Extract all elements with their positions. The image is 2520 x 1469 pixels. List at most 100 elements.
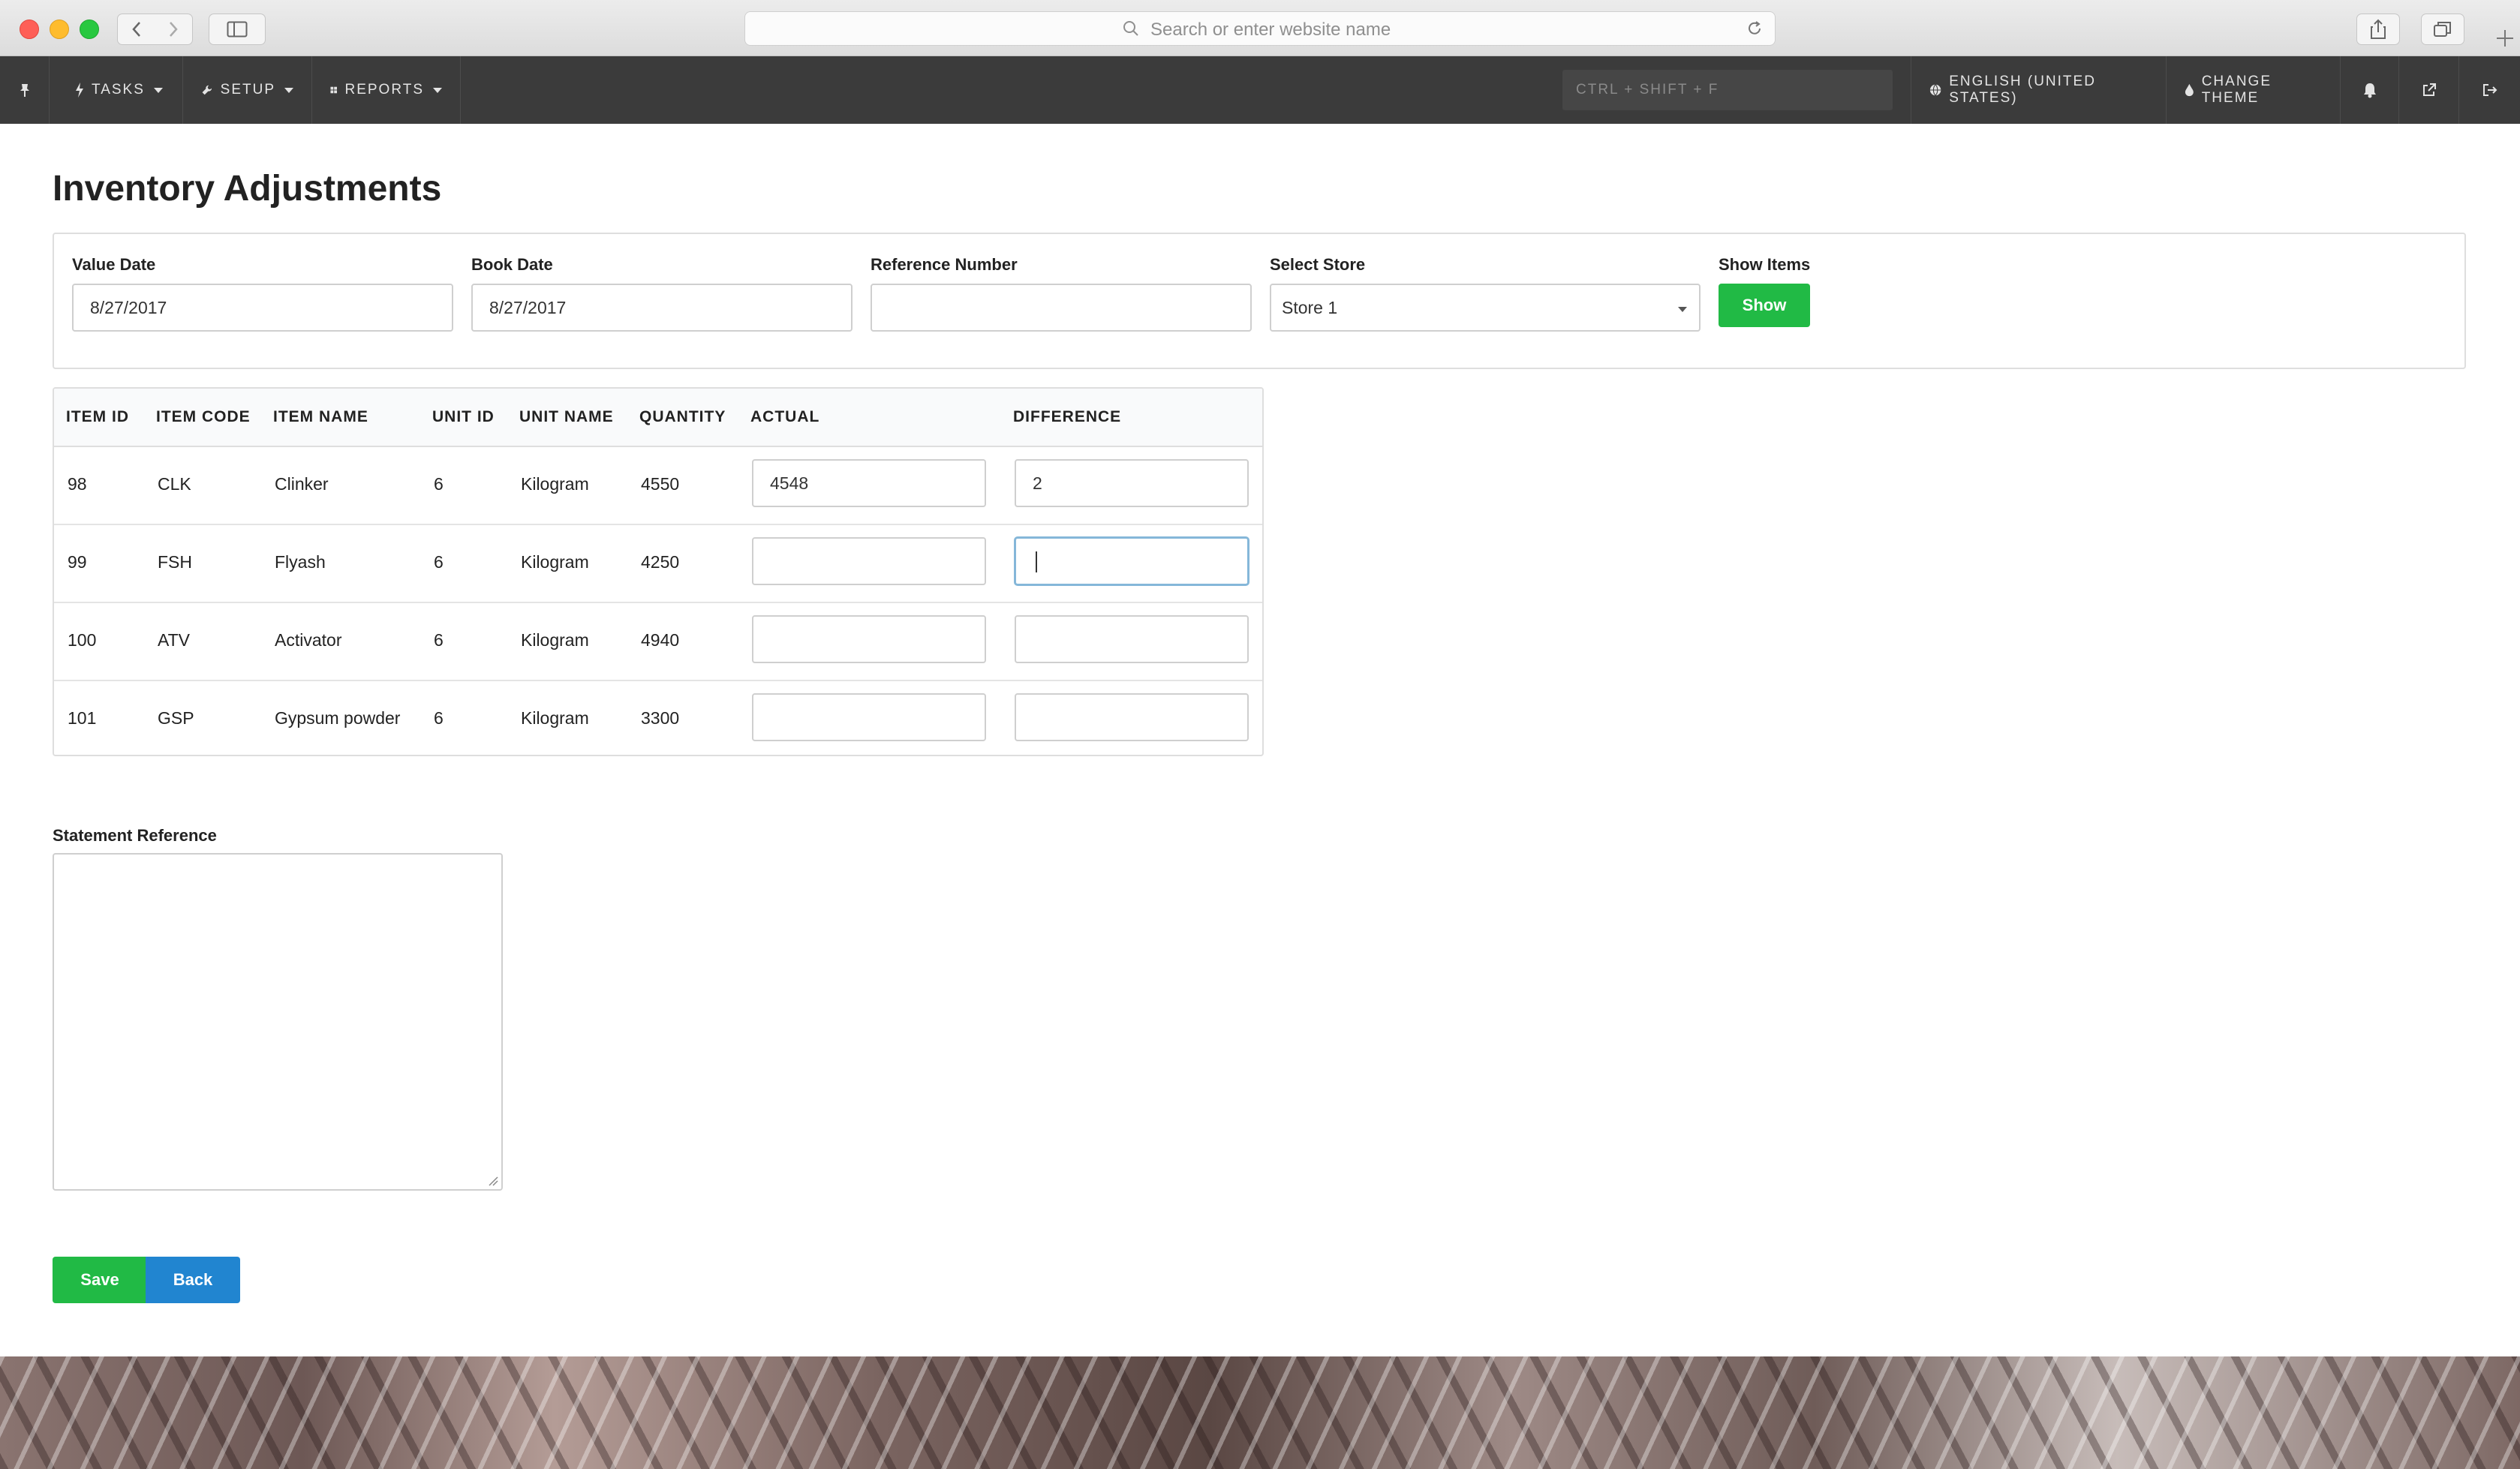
unit-id-cell: 6 bbox=[434, 708, 444, 728]
save-button[interactable]: Save bbox=[53, 1257, 147, 1303]
grid-icon bbox=[330, 86, 338, 94]
item-name-cell: Flyash bbox=[275, 552, 326, 572]
open-external-button[interactable] bbox=[2398, 56, 2458, 124]
item-id-cell: 100 bbox=[68, 630, 97, 650]
language-label: ENGLISH (UNITED STATES) bbox=[1949, 74, 2096, 106]
table-row: 101 GSP Gypsum powder 6 Kilogram 3300 bbox=[54, 680, 1262, 755]
unit-name-cell: Kilogram bbox=[521, 552, 589, 572]
unit-id-cell: 6 bbox=[434, 474, 444, 494]
minimize-window-button[interactable] bbox=[50, 20, 69, 39]
new-tab-button[interactable] bbox=[2490, 20, 2520, 56]
quick-search-placeholder: CTRL + SHIFT + F bbox=[1576, 82, 1719, 98]
close-window-button[interactable] bbox=[20, 20, 39, 39]
share-button[interactable] bbox=[2356, 14, 2400, 45]
column-header-unit-name: UNIT NAME bbox=[519, 408, 614, 425]
chevron-down-icon bbox=[1678, 307, 1687, 312]
difference-input[interactable] bbox=[1015, 693, 1249, 741]
table-header: ITEM ID ITEM CODE ITEM NAME UNIT ID UNIT… bbox=[54, 389, 1262, 447]
book-date-label: Book Date bbox=[471, 255, 553, 274]
quantity-cell: 4940 bbox=[641, 630, 680, 650]
actual-input[interactable] bbox=[752, 693, 986, 741]
statement-reference-label: Statement Reference bbox=[53, 826, 217, 845]
reports-menu-label: REPORTS bbox=[344, 82, 424, 98]
show-items-label: Show Items bbox=[1719, 255, 1811, 274]
search-icon bbox=[1123, 21, 1138, 36]
actual-input[interactable] bbox=[752, 537, 986, 585]
unit-name-cell: Kilogram bbox=[521, 474, 589, 494]
setup-menu[interactable]: SETUP bbox=[183, 56, 312, 124]
actual-input[interactable] bbox=[752, 615, 986, 663]
item-id-cell: 98 bbox=[68, 474, 87, 494]
back-button-page[interactable]: Back bbox=[146, 1257, 240, 1303]
difference-input[interactable] bbox=[1015, 459, 1249, 507]
show-items-button[interactable]: Show bbox=[1719, 284, 1810, 327]
change-theme-button[interactable]: CHANGE THEME bbox=[2166, 56, 2340, 124]
table-row: 98 CLK Clinker 6 Kilogram 4550 bbox=[54, 446, 1262, 525]
forward-button[interactable] bbox=[155, 14, 193, 45]
reload-icon[interactable] bbox=[1745, 19, 1764, 38]
show-tabs-button[interactable] bbox=[2421, 14, 2464, 45]
chevron-right-icon bbox=[170, 22, 178, 37]
actual-input[interactable] bbox=[752, 459, 986, 507]
zoom-window-button[interactable] bbox=[80, 20, 99, 39]
page-title: Inventory Adjustments bbox=[53, 169, 442, 209]
difference-input[interactable] bbox=[1015, 537, 1249, 585]
chevron-left-icon bbox=[132, 22, 140, 37]
filter-panel: Value Date Book Date Reference Number Se… bbox=[53, 233, 2466, 369]
quick-search-input[interactable]: CTRL + SHIFT + F bbox=[1562, 70, 1893, 110]
sidebar-toggle-button[interactable] bbox=[209, 14, 266, 45]
unit-name-cell: Kilogram bbox=[521, 708, 589, 728]
globe-icon bbox=[1929, 84, 1941, 96]
value-date-label: Value Date bbox=[72, 255, 156, 274]
external-link-icon bbox=[2422, 83, 2436, 96]
app-navbar: TASKS SETUP REPORTS CTRL + SHIFT + F ENG… bbox=[0, 56, 2520, 124]
address-bar[interactable]: Search or enter website name bbox=[744, 11, 1776, 46]
difference-input[interactable] bbox=[1015, 615, 1249, 663]
quantity-cell: 4550 bbox=[641, 474, 680, 494]
address-placeholder: Search or enter website name bbox=[1150, 20, 1391, 40]
chevron-down-icon bbox=[153, 87, 163, 93]
column-header-actual: ACTUAL bbox=[750, 408, 820, 425]
sign-out-icon bbox=[2482, 84, 2497, 96]
item-code-cell: ATV bbox=[158, 630, 191, 650]
value-date-input[interactable] bbox=[72, 284, 453, 332]
change-theme-label: CHANGE THEME bbox=[2201, 74, 2272, 106]
reference-number-input[interactable] bbox=[871, 284, 1252, 332]
quantity-cell: 4250 bbox=[641, 552, 680, 572]
tasks-menu[interactable]: TASKS bbox=[57, 56, 183, 124]
item-name-cell: Clinker bbox=[275, 474, 329, 494]
resize-handle-icon[interactable] bbox=[488, 1176, 498, 1186]
reports-menu[interactable]: REPORTS bbox=[312, 56, 461, 124]
inventory-items-table: ITEM ID ITEM CODE ITEM NAME UNIT ID UNIT… bbox=[53, 387, 1264, 756]
text-cursor bbox=[1036, 551, 1037, 572]
droplet-icon bbox=[2185, 83, 2194, 97]
book-date-input[interactable] bbox=[471, 284, 853, 332]
store-select[interactable]: Store 1 bbox=[1270, 284, 1701, 332]
tasks-menu-label: TASKS bbox=[92, 82, 145, 98]
footer-landscape-image bbox=[0, 1356, 2520, 1469]
back-button[interactable] bbox=[117, 14, 156, 45]
item-code-cell: FSH bbox=[158, 552, 192, 572]
selected-store-value: Store 1 bbox=[1282, 297, 1338, 317]
chevron-down-icon bbox=[433, 87, 442, 93]
chevron-down-icon bbox=[284, 87, 293, 93]
column-header-quantity: QUANTITY bbox=[639, 408, 726, 425]
bolt-icon bbox=[76, 83, 83, 98]
statement-reference-textarea[interactable] bbox=[53, 853, 503, 1191]
setup-menu-label: SETUP bbox=[220, 82, 275, 98]
column-header-unit-id: UNIT ID bbox=[432, 408, 495, 425]
notifications-button[interactable] bbox=[2340, 56, 2398, 124]
language-selector[interactable]: ENGLISH (UNITED STATES) bbox=[1911, 56, 2166, 124]
sign-out-button[interactable] bbox=[2458, 56, 2520, 124]
reference-number-label: Reference Number bbox=[871, 255, 1018, 274]
tabs-icon bbox=[2434, 22, 2451, 37]
pin-menu-button[interactable] bbox=[0, 56, 50, 124]
table-row: 99 FSH Flyash 6 Kilogram 4250 bbox=[54, 524, 1262, 603]
item-name-cell: Gypsum powder bbox=[275, 708, 401, 728]
unit-name-cell: Kilogram bbox=[521, 630, 589, 650]
browser-toolbar: Search or enter website name bbox=[0, 0, 2520, 56]
select-store-label: Select Store bbox=[1270, 255, 1366, 274]
column-header-difference: DIFFERENCE bbox=[1013, 408, 1122, 425]
wrench-icon bbox=[202, 85, 212, 95]
pin-icon bbox=[20, 84, 29, 97]
